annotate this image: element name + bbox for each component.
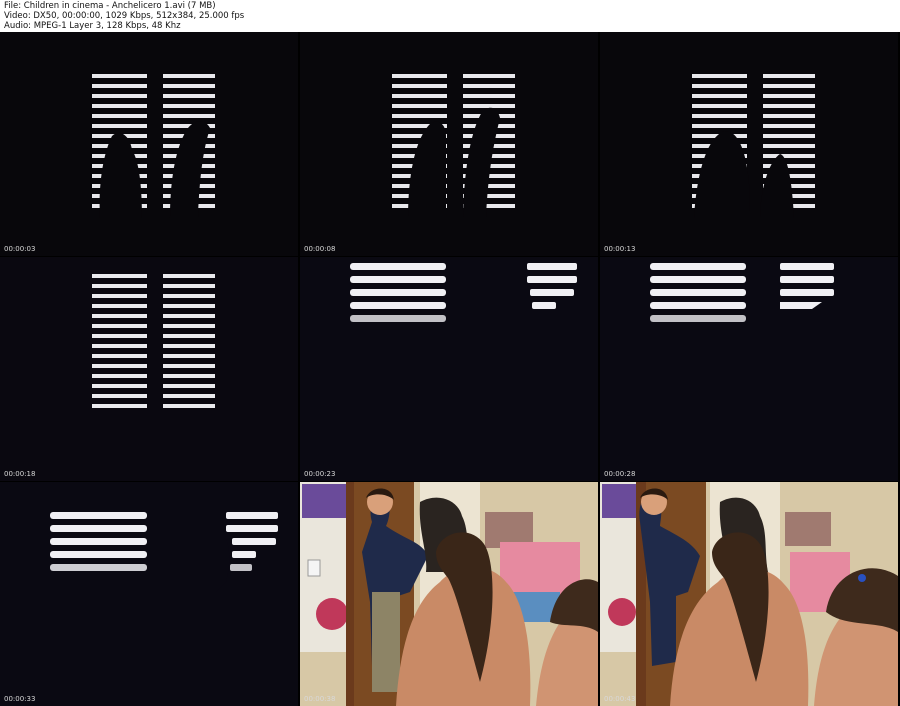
thumbnail[interactable]: 00:00:33 <box>0 482 298 706</box>
timestamp: 00:00:38 <box>304 695 336 703</box>
file-info-header: File: Children in cinema - Anchelicero 1… <box>4 1 244 32</box>
thumbnail[interactable]: 00:00:18 <box>0 257 298 481</box>
thumbnail[interactable]: 00:00:28 <box>600 257 898 481</box>
timestamp: 00:00:23 <box>304 470 336 478</box>
thumbnail-image <box>300 257 598 481</box>
timestamp: 00:00:18 <box>4 470 36 478</box>
timestamp: 00:00:43 <box>604 695 636 703</box>
thumbnail[interactable]: 00:00:08 <box>300 32 598 256</box>
timestamp: 00:00:28 <box>604 470 636 478</box>
thumbnail[interactable]: 00:00:03 <box>0 32 298 256</box>
thumbnail-image <box>600 32 898 256</box>
thumbnail-image <box>0 482 298 706</box>
thumbnail-image <box>600 257 898 481</box>
timestamp: 00:00:08 <box>304 245 336 253</box>
video-line: Video: DX50, 00:00:00, 1029 Kbps, 512x38… <box>4 11 245 22</box>
thumbnail[interactable]: 00:00:13 <box>600 32 898 256</box>
timestamp: 00:00:13 <box>604 245 636 253</box>
thumbnail-image <box>300 482 598 706</box>
timestamp: 00:00:33 <box>4 695 36 703</box>
thumbnail-grid: 00:00:03 00:00:08 00:00:13 00:00:18 00:0… <box>0 32 900 706</box>
audio-line: Audio: MPEG-1 Layer 3, 128 Kbps, 48 Khz <box>4 21 181 32</box>
file-line: File: Children in cinema - Anchelicero 1… <box>4 1 216 11</box>
thumbnail-image <box>300 32 598 256</box>
thumbnail[interactable]: 00:00:23 <box>300 257 598 481</box>
thumbnail-image <box>0 32 298 256</box>
timestamp: 00:00:03 <box>4 245 36 253</box>
thumbnail-image <box>0 257 298 481</box>
thumbnail[interactable]: 00:00:43 <box>600 482 898 706</box>
thumbnail-image <box>600 482 898 706</box>
thumbnail[interactable]: 00:00:38 <box>300 482 598 706</box>
